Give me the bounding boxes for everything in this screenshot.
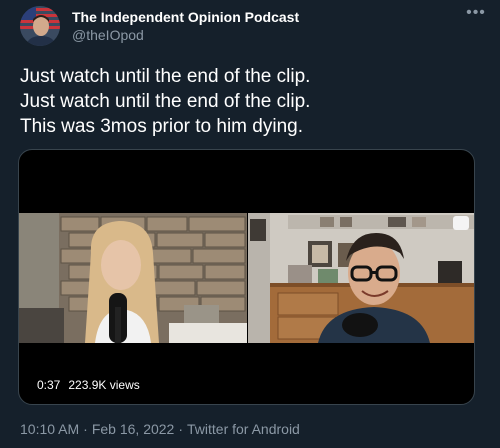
separator-dot: ·: [178, 421, 184, 437]
author-handle[interactable]: @theIOpod: [72, 27, 144, 43]
video-pane-left: [19, 213, 247, 343]
tweet-metadata: 10:10 AM · Feb 16, 2022 · Twitter for Androi…: [20, 421, 300, 437]
separator-dot: ·: [83, 421, 88, 437]
tweet-source[interactable]: Twitter for Android: [187, 421, 300, 437]
video-pane-right: [248, 213, 474, 343]
tweet-text: Just watch until the end of the clip. Ju…: [20, 64, 480, 139]
video-player[interactable]: 0:37 223.9K views: [18, 149, 475, 405]
video-frame[interactable]: [19, 213, 474, 343]
video-views: 223.9K views: [68, 378, 140, 392]
tweet-header: The Independent Opinion Podcast @theIOpo…: [20, 5, 488, 50]
tweet-line: Just watch until the end of the clip.: [20, 66, 311, 87]
author-avatar[interactable]: [20, 6, 60, 46]
video-stats-badge: 0:37 223.9K views: [31, 375, 146, 395]
author-name[interactable]: The Independent Opinion Podcast: [72, 9, 299, 25]
more-horizontal-icon[interactable]: •••: [464, 5, 488, 26]
tweet-line: This was 3mos prior to him dying.: [20, 116, 303, 137]
video-still-right: [248, 213, 474, 343]
tweet-time[interactable]: 10:10 AM: [20, 421, 79, 437]
video-duration: 0:37: [37, 378, 61, 392]
video-still-left: [19, 213, 247, 343]
avatar-image: [20, 6, 60, 46]
tweet-date[interactable]: Feb 16, 2022: [92, 421, 175, 437]
tweet-line: Just watch until the end of the clip.: [20, 91, 311, 112]
